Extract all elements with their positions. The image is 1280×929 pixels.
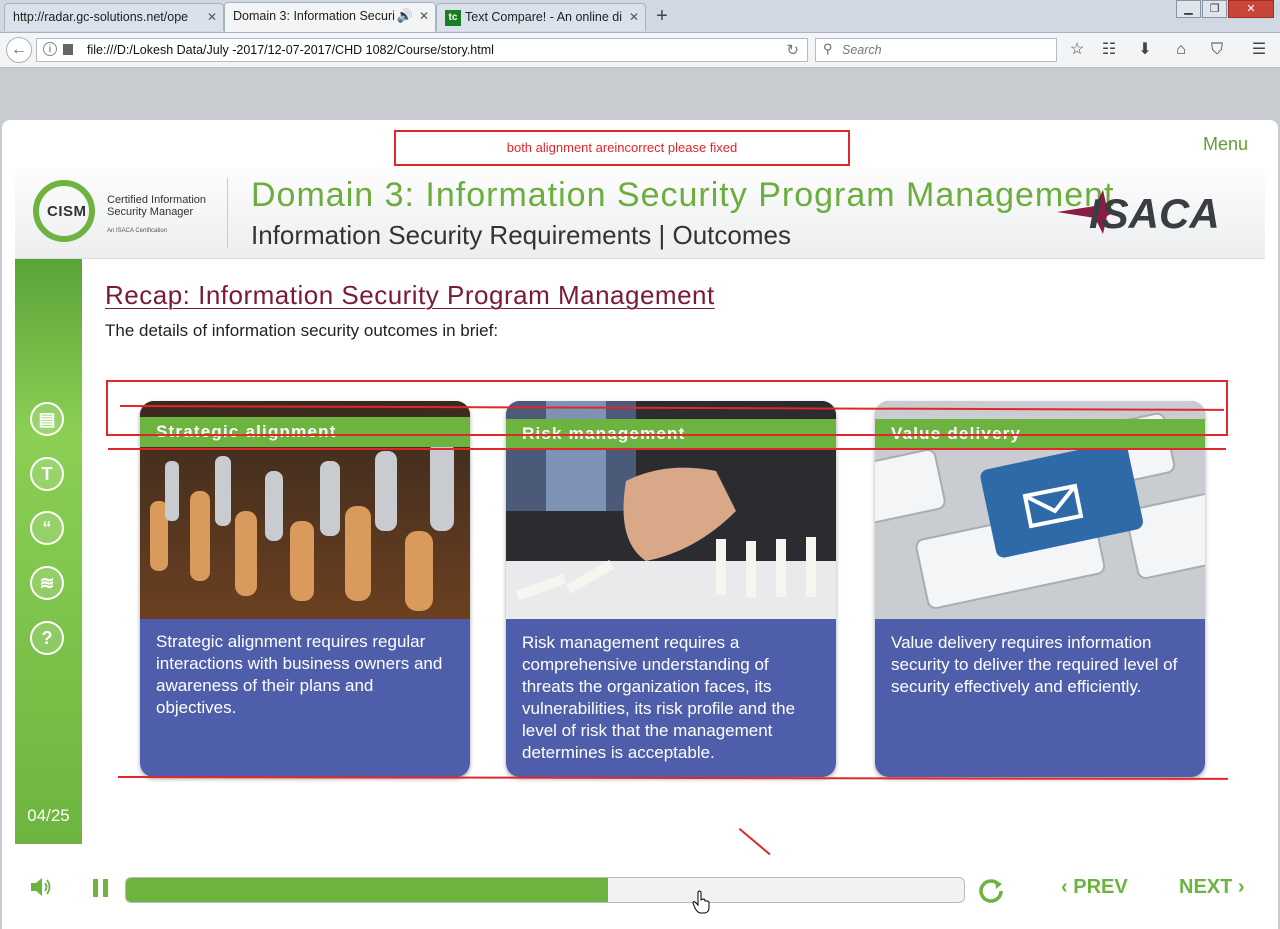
isaca-logo-text: ISACA <box>1089 190 1220 237</box>
card-body: Value delivery requires information secu… <box>891 633 1178 696</box>
maximize-button[interactable]: ❐ <box>1202 0 1227 18</box>
close-tab-icon[interactable]: ✕ <box>419 3 429 29</box>
annotation-line <box>108 448 1226 450</box>
layers-icon[interactable]: ≋ <box>30 566 64 600</box>
info-icon[interactable]: i <box>43 42 57 56</box>
cism-logo: CISM Certified Information Security Mana… <box>33 176 233 248</box>
volume-icon[interactable] <box>29 876 55 898</box>
minimize-button[interactable]: ▁ <box>1176 0 1201 18</box>
tab-label: Text Compare! - An online di <box>465 10 623 24</box>
download-icon[interactable]: ⬇ <box>1135 40 1155 60</box>
new-tab-button[interactable]: + <box>650 4 674 28</box>
replay-icon[interactable] <box>977 876 1005 904</box>
card-body: Risk management requires a comprehensive… <box>522 633 796 762</box>
banner-divider <box>227 178 228 248</box>
tab-text-compare[interactable]: tc Text Compare! - An online di ✕ <box>436 3 646 31</box>
search-bar[interactable]: ⚲ Search <box>815 38 1057 62</box>
card-strategic-alignment: Strategic alignment Strategic alignment … <box>140 401 470 777</box>
next-button[interactable]: NEXT › <box>1179 876 1245 899</box>
cism-caption: Certified Information Security Manager <box>107 194 206 218</box>
notes-icon[interactable]: ▤ <box>30 402 64 436</box>
url-text[interactable]: file:///D:/Lokesh Data/July -2017/12-07-… <box>87 43 494 57</box>
card-value-delivery: Value delivery Value delivery requires i… <box>875 401 1205 777</box>
quote-icon[interactable]: “ <box>30 511 64 545</box>
progress-bar[interactable] <box>125 877 965 903</box>
url-bar[interactable]: i file:///D:/Lokesh Data/July -2017/12-0… <box>36 38 808 62</box>
page-icon <box>63 44 73 55</box>
search-icon: ⚲ <box>823 41 833 56</box>
search-placeholder: Search <box>842 43 882 57</box>
tab-label: Domain 3: Information Securi <box>233 9 395 23</box>
progress-fill <box>126 878 608 902</box>
slide-title: Recap: Information Security Program Mana… <box>105 280 715 310</box>
cism-caption-line3: An ISACA Certification <box>107 228 168 234</box>
cism-caption-line1: Certified Information <box>107 194 207 206</box>
annotation-line <box>738 828 771 856</box>
domain-title: Domain 3: Information Security Program M… <box>251 176 1115 214</box>
course-player: both alignment areincorrect please fixed… <box>2 120 1278 929</box>
pocket-icon[interactable]: ⛉ <box>1207 40 1227 60</box>
close-tab-icon[interactable]: ✕ <box>629 4 639 30</box>
menu-button[interactable]: Menu <box>1203 134 1248 155</box>
close-tab-icon[interactable]: ✕ <box>207 4 217 30</box>
isaca-logo: ISACA <box>1055 186 1235 238</box>
chevron-right-icon: › <box>1237 876 1245 898</box>
topic-subtitle: Information Security Requirements | Outc… <box>251 220 791 250</box>
sidebar: ▤ T “ ≋ ? 04/25 <box>15 259 82 844</box>
pause-icon[interactable] <box>91 878 111 898</box>
tc-favicon-icon: tc <box>445 9 461 26</box>
feedback-note-box: both alignment areincorrect please fixed <box>394 130 850 166</box>
next-label: NEXT <box>1179 876 1233 898</box>
player-controls: ‹ PREV NEXT › <box>15 860 1265 920</box>
bookmark-star-icon[interactable]: ☆ <box>1067 40 1087 60</box>
card-body: Strategic alignment requires regular int… <box>156 632 443 717</box>
prev-label: PREV <box>1073 876 1128 898</box>
help-icon[interactable]: ? <box>30 621 64 655</box>
course-banner: CISM Certified Information Security Mana… <box>15 168 1265 259</box>
home-icon[interactable]: ⌂ <box>1171 40 1191 60</box>
tab-radar[interactable]: http://radar.gc-solutions.net/ope ✕ <box>4 3 224 31</box>
tab-label: http://radar.gc-solutions.net/ope <box>13 10 189 24</box>
browser-tab-bar: http://radar.gc-solutions.net/ope ✕ Doma… <box>0 0 1280 33</box>
prev-button[interactable]: ‹ PREV <box>1061 876 1128 899</box>
window-close-button[interactable]: ✕ <box>1228 0 1274 18</box>
back-button[interactable]: ← <box>6 37 32 63</box>
reload-icon[interactable]: ↻ <box>786 41 799 59</box>
chevron-left-icon: ‹ <box>1061 876 1068 898</box>
page-counter: 04/25 <box>27 806 70 825</box>
hamburger-menu-icon[interactable]: ☰ <box>1249 40 1269 60</box>
hand-cursor-icon <box>692 890 710 914</box>
tab-domain3[interactable]: Domain 3: Information Securi 🔊 ✕ <box>224 2 436 32</box>
cism-logo-text: CISM <box>47 203 87 220</box>
slide-intro: The details of information security outc… <box>105 321 499 340</box>
speaker-icon[interactable]: 🔊 <box>397 3 413 29</box>
card-risk-management: Risk management Risk management requires… <box>506 401 836 777</box>
text-icon[interactable]: T <box>30 457 64 491</box>
browser-nav-bar: ← i file:///D:/Lokesh Data/July -2017/12… <box>0 33 1280 68</box>
reading-list-icon[interactable]: ☷ <box>1099 40 1119 60</box>
cism-caption-line2: Security Manager <box>107 206 194 218</box>
